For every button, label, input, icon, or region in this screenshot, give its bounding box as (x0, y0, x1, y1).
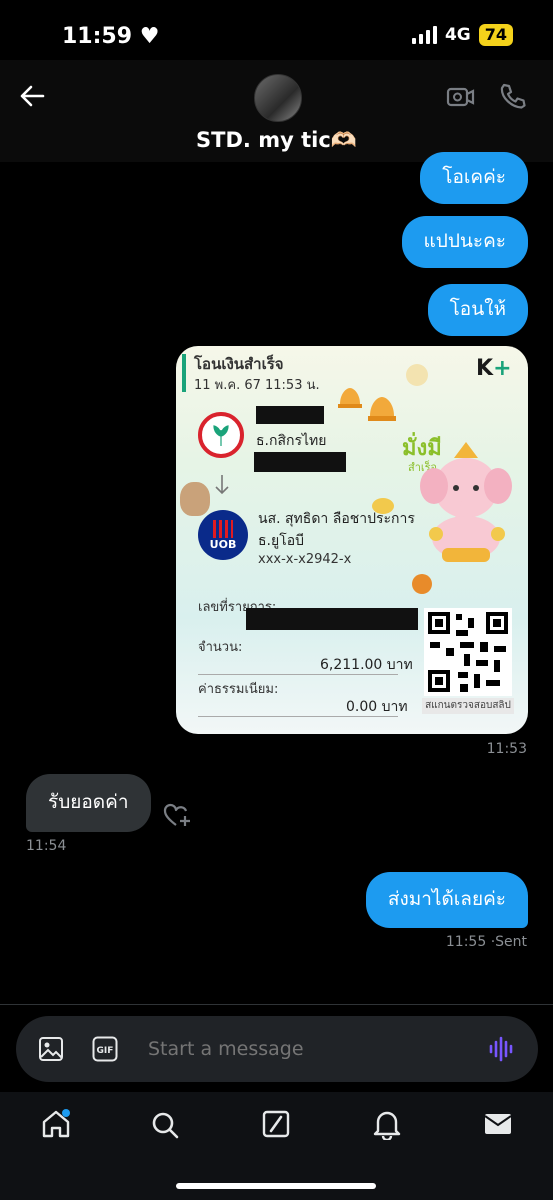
gif-icon[interactable]: GIF (92, 1036, 118, 1062)
message-input[interactable] (148, 1038, 468, 1060)
amount-value: 6,211.00 บาท (320, 657, 413, 673)
bell-icon[interactable] (372, 1108, 402, 1140)
divider (198, 716, 398, 717)
conversation-title[interactable]: STD. my tic🫶🏻 (0, 128, 553, 153)
lotus-decoration (406, 364, 428, 386)
divider (198, 674, 398, 675)
uob-logo: UOB (198, 510, 248, 560)
grok-icon[interactable] (262, 1110, 290, 1138)
redacted-ref-number (246, 608, 418, 630)
avatar[interactable] (254, 74, 302, 122)
fee-value: 0.00 บาท (346, 699, 408, 715)
qr-caption: สแกนตรวจสอบสลิป (422, 698, 514, 714)
sender-bank: ธ.กสิกรไทย (256, 433, 327, 449)
video-call-icon[interactable] (446, 84, 476, 110)
amount-label: จำนวน: (198, 640, 243, 655)
fee-label: ค่าธรรมเนียม: (198, 682, 279, 697)
gold-decoration (372, 498, 394, 514)
kplus-logo: K+ (476, 356, 512, 381)
slip-accent-bar (182, 354, 186, 392)
svg-text:GIF: GIF (97, 1046, 114, 1056)
transfer-slip-image[interactable]: โอนเงินสำเร็จ 11 พ.ค. 67 11:53 น. K+ ธ.ก… (176, 346, 528, 734)
recipient-account: xxx-x-x2942-x (258, 552, 352, 567)
message-bubble-out[interactable]: โอนให้ (427, 284, 528, 336)
bell-decoration-icon (338, 388, 396, 421)
search-icon[interactable] (150, 1110, 180, 1140)
add-reaction-icon[interactable] (163, 803, 193, 829)
message-bubble-in[interactable]: รับยอดค่า (26, 774, 151, 832)
phone-icon[interactable] (498, 82, 526, 110)
slip-date: 11 พ.ค. 67 11:53 น. (194, 378, 320, 393)
mail-icon[interactable] (484, 1112, 512, 1136)
orange-decoration (412, 574, 432, 594)
message-bubble-out[interactable]: โอเคค่ะ (420, 152, 528, 204)
composer-divider (0, 1004, 553, 1005)
network-label: 4G (444, 25, 471, 45)
message-status: 11:55 ·Sent (446, 934, 527, 950)
voice-icon[interactable] (488, 1036, 516, 1062)
message-timestamp: 11:53 (486, 741, 527, 757)
battery-level: 74 (478, 24, 513, 46)
signal-icon (411, 26, 437, 44)
arrow-down-icon (215, 475, 229, 495)
home-icon[interactable] (40, 1108, 72, 1140)
message-bubble-out[interactable]: ส่งมาได้เลยค่ะ (365, 872, 528, 928)
sent-status: ·Sent (490, 934, 527, 950)
home-indicator (176, 1183, 376, 1189)
uob-logo-text: UOB (209, 537, 237, 551)
slip-title: โอนเงินสำเร็จ (194, 355, 284, 373)
kbank-logo (198, 412, 244, 458)
recipient-bank: ธ.ยูโอบี (258, 533, 305, 549)
qr-code-icon (424, 608, 512, 696)
status-time: 11:59 ♥ (62, 24, 160, 49)
message-timestamp: 11:54 (26, 838, 67, 854)
redacted-sender-name (256, 406, 324, 424)
image-icon[interactable] (38, 1036, 64, 1062)
message-timestamp: 11:55 (445, 934, 487, 950)
message-bubble-out[interactable]: แปปนะคะ (401, 216, 528, 268)
heart-icon: ♥ (139, 24, 160, 49)
ganesha-sticker-icon (420, 442, 512, 562)
back-arrow-icon[interactable] (18, 82, 46, 110)
mouse-sticker (180, 482, 210, 516)
status-indicators: 4G 74 (411, 24, 513, 46)
recipient-name: นส. สุทธิดา ลือชาประการ (258, 511, 415, 527)
redacted-sender-account (254, 452, 346, 472)
